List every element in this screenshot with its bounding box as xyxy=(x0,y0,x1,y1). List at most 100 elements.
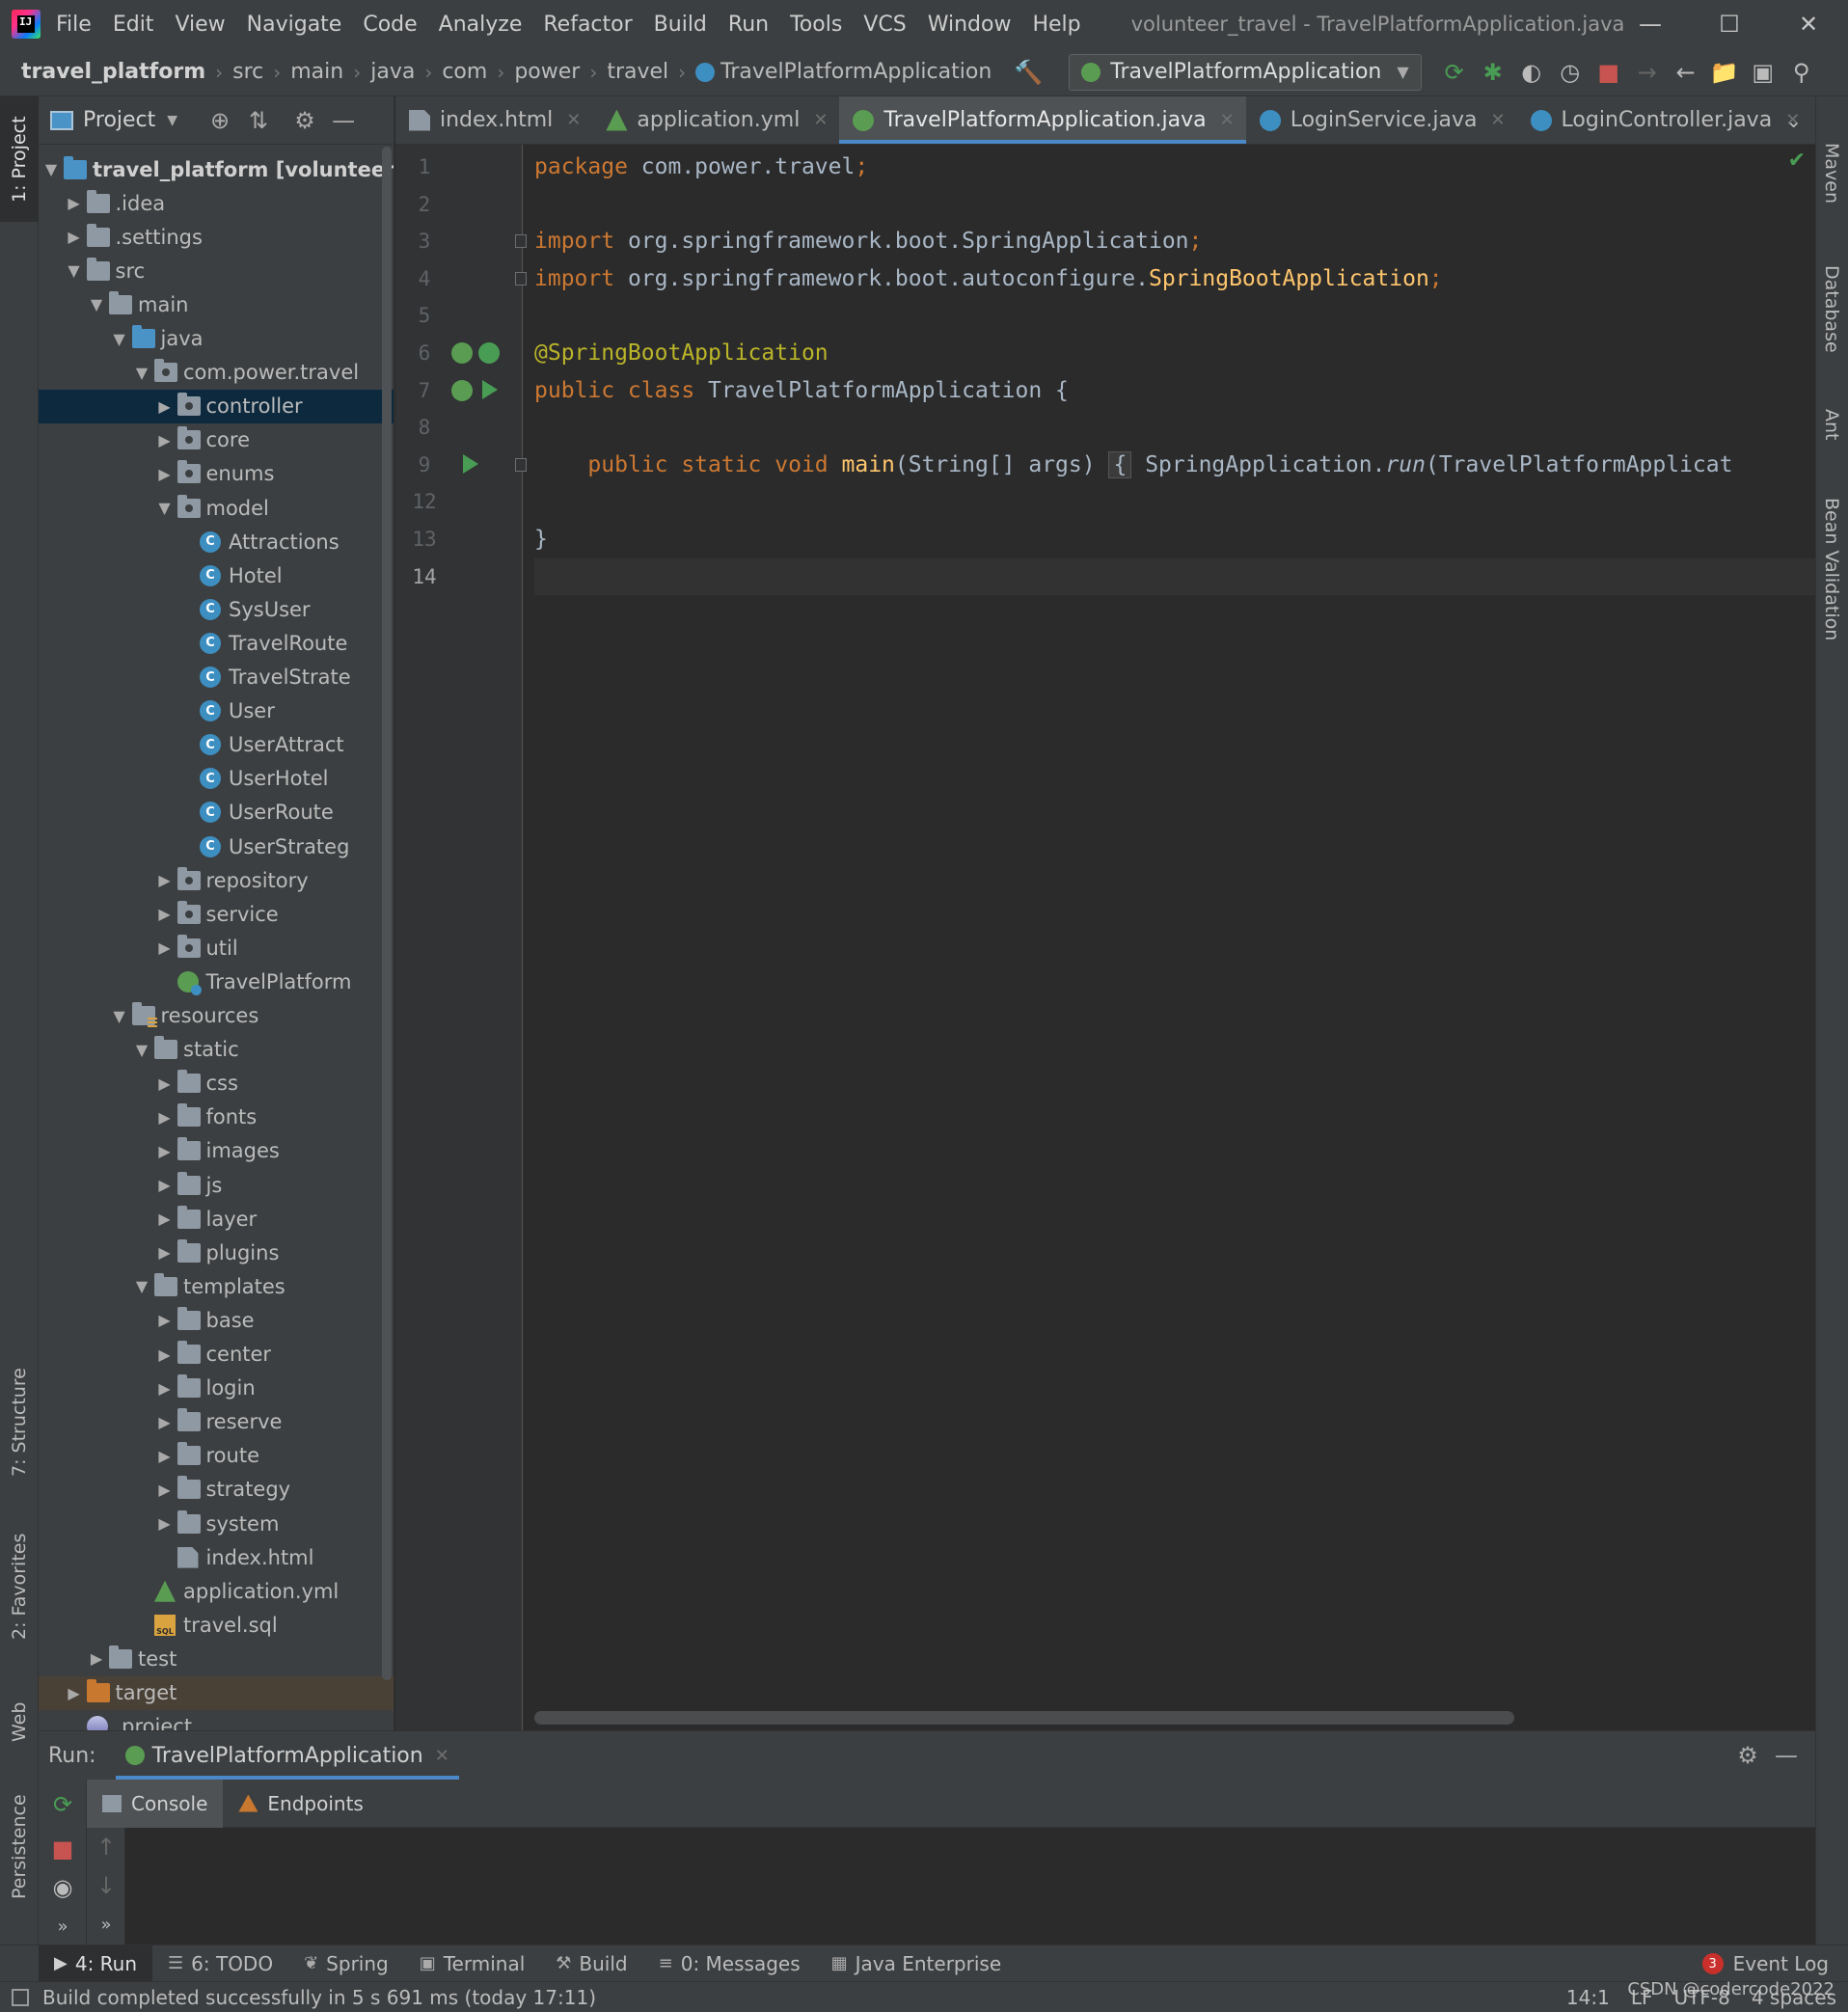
tool-tab-favorites[interactable]: 2: Favorites xyxy=(0,1514,39,1659)
gear-icon[interactable]: ⚙ xyxy=(285,101,324,140)
tool-tab-web[interactable]: Web xyxy=(0,1678,39,1765)
tree-node-com-power-travel[interactable]: ▼ com.power.travel xyxy=(39,356,394,390)
code-line[interactable] xyxy=(534,483,1815,520)
bottom-tab-build[interactable]: ⚒ Build xyxy=(540,1945,642,1982)
event-log-button[interactable]: 3 Event Log xyxy=(1701,1945,1829,1982)
search-icon[interactable]: ⚲ xyxy=(1782,53,1821,92)
tree-collapsed-arrow-icon[interactable]: ▶ xyxy=(152,1346,177,1364)
tree-node-strategy[interactable]: ▶ strategy xyxy=(39,1473,394,1507)
tree-expanded-arrow-icon[interactable]: ▼ xyxy=(84,295,109,313)
breadcrumb-item[interactable]: travel_platform xyxy=(21,60,205,84)
project-panel-title[interactable]: Project xyxy=(83,108,155,132)
tree-node-service[interactable]: ▶ service xyxy=(39,897,394,931)
tree-collapsed-arrow-icon[interactable]: ▶ xyxy=(152,1413,177,1431)
tree-node-application-yml[interactable]: application.yml xyxy=(39,1574,394,1608)
tree-node-attractions[interactable]: C Attractions xyxy=(39,525,394,558)
tree-expanded-arrow-icon[interactable]: ▼ xyxy=(129,1041,154,1059)
breadcrumb-item[interactable]: main xyxy=(290,60,343,84)
tab-endpoints[interactable]: Endpoints xyxy=(223,1780,378,1828)
tree-node-java[interactable]: ▼ java xyxy=(39,322,394,356)
tree-node-core[interactable]: ▶ core xyxy=(39,423,394,457)
tree-collapsed-arrow-icon[interactable]: ▶ xyxy=(152,1447,177,1465)
bottom-tab-0-messages[interactable]: ≡ 0: Messages xyxy=(643,1945,816,1982)
breadcrumb-item[interactable]: TravelPlatformApplication xyxy=(695,60,992,84)
code-line[interactable]: @SpringBootApplication xyxy=(534,335,1815,371)
hide-panel-icon[interactable]: — xyxy=(324,101,363,140)
tree-node-static[interactable]: ▼ static xyxy=(39,1033,394,1067)
tree-node-enums[interactable]: ▶ enums xyxy=(39,457,394,491)
tree-node-sysuser[interactable]: C SysUser xyxy=(39,592,394,626)
bottom-tab-terminal[interactable]: ▣ Terminal xyxy=(404,1945,541,1982)
breadcrumb-item[interactable]: java xyxy=(370,60,415,84)
bottom-tab-spring[interactable]: ❦ Spring xyxy=(288,1945,404,1982)
tree-node-project[interactable]: .project xyxy=(39,1710,394,1730)
tree-node-idea[interactable]: ▶ .idea xyxy=(39,186,394,220)
tree-node-repository[interactable]: ▶ repository xyxy=(39,863,394,897)
editor-tab-travelplatformapplication-java[interactable]: TravelPlatformApplication.java ✕ xyxy=(839,96,1247,144)
menu-refactor[interactable]: Refactor xyxy=(543,13,632,37)
tree-collapsed-arrow-icon[interactable]: ▶ xyxy=(152,1108,177,1127)
tree-node-resources[interactable]: ▼ resources xyxy=(39,999,394,1033)
tree-node-userhotel[interactable]: C UserHotel xyxy=(39,762,394,796)
close-window-icon[interactable]: ✕ xyxy=(1769,0,1848,48)
collapse-all-icon[interactable]: ⇅ xyxy=(239,101,278,140)
tree-node-userstrateg[interactable]: C UserStrateg xyxy=(39,829,394,863)
tree-collapsed-arrow-icon[interactable]: ▶ xyxy=(152,938,177,957)
project-scrollbar[interactable] xyxy=(382,147,392,1680)
run-class-icon[interactable] xyxy=(482,379,498,399)
tree-expanded-arrow-icon[interactable]: ▼ xyxy=(107,330,132,348)
menu-edit[interactable]: Edit xyxy=(113,13,154,37)
tree-node-travelplatform[interactable]: TravelPlatform xyxy=(39,965,394,998)
tree-expanded-arrow-icon[interactable]: ▼ xyxy=(129,1277,154,1295)
bottom-tab-4-run[interactable]: ▶ 4: Run xyxy=(39,1944,153,1982)
breadcrumb-item[interactable]: power xyxy=(514,60,580,84)
tree-node-route[interactable]: ▶ route xyxy=(39,1439,394,1473)
tree-node-settings[interactable]: ▶ .settings xyxy=(39,220,394,254)
close-icon[interactable]: ✕ xyxy=(566,110,581,130)
menu-analyze[interactable]: Analyze xyxy=(439,13,523,37)
tool-tab-persistence[interactable]: Persistence xyxy=(0,1775,39,1919)
spring-config-icon[interactable] xyxy=(478,342,500,364)
bottom-tab-java-enterprise[interactable]: ▦ Java Enterprise xyxy=(816,1945,1018,1982)
tree-expanded-arrow-icon[interactable]: ▼ xyxy=(39,160,64,178)
tree-collapsed-arrow-icon[interactable]: ▶ xyxy=(152,1481,177,1499)
tab-console[interactable]: Console xyxy=(87,1779,224,1828)
code-line[interactable] xyxy=(534,557,1815,595)
arrow-down-icon[interactable]: ↓ xyxy=(87,1866,125,1905)
menu-help[interactable]: Help xyxy=(1032,13,1080,37)
chevron-down-icon[interactable]: ▼ xyxy=(167,113,177,128)
menu-file[interactable]: File xyxy=(56,13,92,37)
fold-marker-icon[interactable] xyxy=(515,271,527,285)
more-actions-icon[interactable]: » xyxy=(43,1907,82,1945)
tree-node-travel-platform-volunteer-tra[interactable]: ▼ travel_platform [volunteer_tra xyxy=(39,152,394,186)
tool-tab-structure[interactable]: 7: Structure xyxy=(0,1350,39,1495)
code-line[interactable]: package com.power.travel; xyxy=(534,149,1815,185)
tree-node-reserve[interactable]: ▶ reserve xyxy=(39,1405,394,1439)
tree-collapsed-arrow-icon[interactable]: ▶ xyxy=(62,194,87,212)
code-line[interactable]: import org.springframework.boot.autoconf… xyxy=(534,260,1815,297)
gear-icon[interactable]: ⚙ xyxy=(1728,1736,1767,1775)
tree-node-css[interactable]: ▶ css xyxy=(39,1067,394,1101)
menu-window[interactable]: Window xyxy=(928,13,1012,37)
code-line[interactable]: import org.springframework.boot.SpringAp… xyxy=(534,223,1815,259)
spring-bean-icon[interactable] xyxy=(451,342,473,364)
tree-node-test[interactable]: ▶ test xyxy=(39,1642,394,1675)
breadcrumb-item[interactable]: travel xyxy=(607,60,668,84)
tree-collapsed-arrow-icon[interactable]: ▶ xyxy=(152,1176,177,1194)
fold-marker-icon[interactable] xyxy=(515,234,527,249)
menu-navigate[interactable]: Navigate xyxy=(247,13,342,37)
tree-node-js[interactable]: ▶ js xyxy=(39,1168,394,1202)
tree-node-main[interactable]: ▼ main xyxy=(39,287,394,321)
tree-collapsed-arrow-icon[interactable]: ▶ xyxy=(152,871,177,889)
hide-panel-icon[interactable]: — xyxy=(1767,1736,1806,1775)
coverage-icon[interactable]: ◐ xyxy=(1512,53,1551,92)
code-area[interactable]: package com.power.travel; import org.spri… xyxy=(534,145,1815,1730)
more-actions-icon[interactable]: » xyxy=(87,1905,125,1944)
tool-tab-project[interactable]: 1: Project xyxy=(0,96,39,222)
code-line[interactable]: public class TravelPlatformApplication { xyxy=(534,372,1815,409)
debug-icon[interactable]: ✱ xyxy=(1474,53,1512,92)
tree-node-base[interactable]: ▶ base xyxy=(39,1303,394,1337)
tree-node-travelroute[interactable]: C TravelRoute xyxy=(39,626,394,660)
close-icon[interactable]: ✕ xyxy=(435,1746,449,1766)
bottom-tab-6-todo[interactable]: ☰ 6: TODO xyxy=(152,1945,288,1982)
